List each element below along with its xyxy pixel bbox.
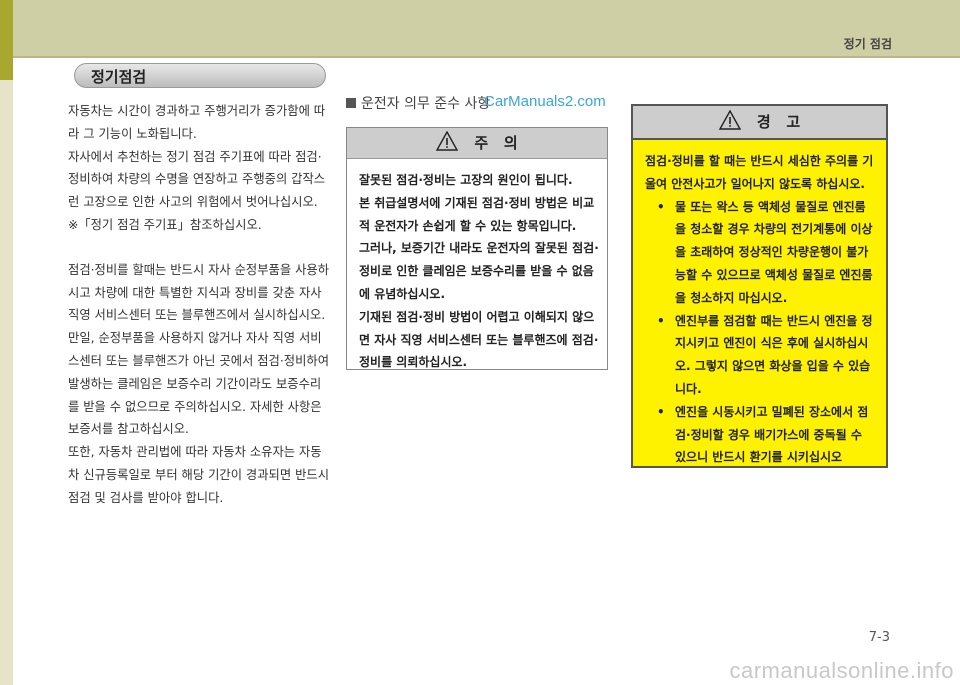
- page-number: 7-3: [868, 630, 890, 645]
- watermark-top: CarManuals2.com: [484, 93, 606, 110]
- list-item: 엔진부를 점검할 때는 반드시 엔진을 정지시키고 엔진이 식은 후에 실시하십…: [645, 310, 876, 401]
- subsection-heading-text: 운전자 의무 준수 사항: [361, 96, 491, 112]
- paragraph: 만일, 순정부품을 사용하지 않거나 자사 직영 서비스센터 또는 블루핸즈가 …: [68, 331, 330, 437]
- top-band-divider: [0, 56, 960, 58]
- warning-list: 물 또는 왁스 등 액체성 물질로 엔진룸을 청소할 경우 차량의 전기계통에 …: [645, 196, 876, 470]
- section-title: 정기점검: [91, 68, 147, 86]
- subsection-heading: 운전자 의무 준수 사항: [346, 93, 490, 113]
- paragraph: 자사에서 추천하는 정기 점검 주기표에 따라 점검·정비하여 차량의 수명을 …: [68, 149, 326, 210]
- left-column: 자동차는 시간이 경과하고 주행거리가 증가함에 따라 그 기능이 노화됩니다.…: [68, 100, 332, 510]
- caution-paragraph: 기재된 점검·정비 방법이 어렵고 이해되지 않으면 자사 직영 서비스센터 또…: [359, 309, 599, 370]
- top-band: [0, 0, 960, 56]
- caution-paragraph: 본 취급설명서에 기재된 점검·정비 방법은 비교적 운전자가 손쉽게 할 수 …: [359, 195, 595, 233]
- warning-box: 경 고 점검·정비를 할 때는 반드시 세심한 주의를 기울여 안전사고가 일어…: [631, 104, 888, 468]
- warning-title: 경 고: [756, 113, 801, 131]
- list-item: 물 또는 왁스 등 액체성 물질로 엔진룸을 청소할 경우 차량의 전기계통에 …: [645, 196, 876, 310]
- warning-title-bar: 경 고: [633, 106, 886, 140]
- warning-triangle-icon: [718, 110, 741, 130]
- caution-title: 주 의: [474, 134, 518, 152]
- caution-body: 잘못된 점검·정비는 고장의 원인이 됩니다. 본 취급설명서에 기재된 점검·…: [347, 159, 607, 374]
- caution-paragraph: 잘못된 점검·정비는 고장의 원인이 됩니다.: [359, 173, 573, 187]
- paragraph: ※「정기 점검 주기표」참조하십시오.: [68, 217, 262, 232]
- list-item: 엔진을 시동시키고 밀폐된 장소에서 점검·정비할 경우 배기가스에 중독될 수…: [645, 401, 876, 469]
- paragraph: 또한, 자동차 관리법에 따라 자동차 소유자는 자동차 신규등록일로 부터 해…: [68, 445, 330, 505]
- section-title-pill: 정기점검: [74, 63, 326, 88]
- chapter-title: 정기 점검: [843, 37, 892, 51]
- warning-intro: 점검·정비를 할 때는 반드시 세심한 주의를 기울여 안전사고가 일어나지 않…: [645, 154, 874, 191]
- caution-paragraph: 그러나, 보증기간 내라도 운전자의 잘못된 점검·정비로 인한 클레임은 보증…: [359, 241, 599, 301]
- side-accent: [0, 0, 13, 80]
- caution-box: 주 의 잘못된 점검·정비는 고장의 원인이 됩니다. 본 취급설명서에 기재된…: [346, 127, 608, 370]
- side-band: [0, 80, 13, 685]
- square-bullet-icon: [346, 98, 356, 108]
- watermark-bottom: carmanualsonline.info: [729, 658, 954, 683]
- warning-triangle-icon: [436, 131, 459, 151]
- caution-title-bar: 주 의: [347, 128, 607, 159]
- paragraph: 점검·정비를 할때는 반드시 자사 순정부품을 사용하시고 차량에 대한 특별한…: [68, 262, 330, 323]
- paragraph: 자동차는 시간이 경과하고 주행거리가 증가함에 따라 그 기능이 노화됩니다.: [68, 104, 326, 141]
- warning-body: 점검·정비를 할 때는 반드시 세심한 주의를 기울여 안전사고가 일어나지 않…: [633, 140, 886, 469]
